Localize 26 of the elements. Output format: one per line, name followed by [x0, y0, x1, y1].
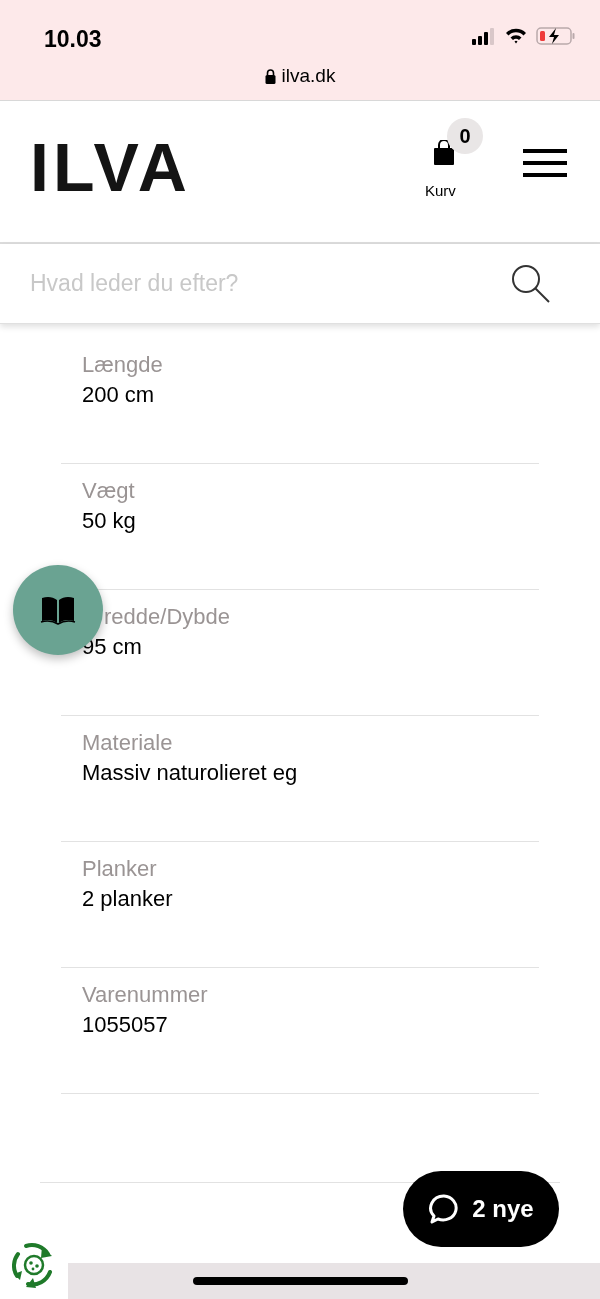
spec-label: Materiale — [82, 729, 173, 757]
spec-label: Varenummer — [82, 981, 208, 1009]
open-book-icon — [40, 595, 76, 625]
logo[interactable]: ILVA — [30, 135, 191, 199]
spec-value: Massiv naturolieret eg — [82, 759, 298, 787]
spec-label: redde/Dybde — [104, 603, 230, 631]
spec-label: Planker — [82, 855, 157, 883]
speech-bubble-icon — [428, 1193, 461, 1225]
spec-label: Vægt — [82, 477, 135, 505]
wifi-icon — [504, 27, 528, 45]
cart-label[interactable]: Kurv — [425, 180, 456, 203]
cart-count-badge: 0 — [447, 118, 483, 154]
shopping-bag-icon[interactable] — [433, 140, 455, 166]
clock-time: 10.03 — [44, 25, 102, 54]
signal-icon — [472, 27, 496, 45]
menu-icon[interactable] — [523, 149, 567, 177]
spec-value: 200 cm — [82, 381, 155, 409]
search-icon[interactable] — [510, 262, 552, 305]
chat-button[interactable]: 2 nye — [403, 1171, 559, 1247]
battery-charging-icon — [536, 26, 576, 46]
lock-icon — [264, 68, 276, 84]
spec-value: 1055057 — [82, 1011, 168, 1039]
address-text[interactable]: ilva.dk — [281, 62, 336, 91]
spec-value: 50 kg — [82, 507, 136, 535]
spec-label: Længde — [82, 351, 163, 379]
spec-value: 2 planker — [82, 885, 173, 913]
